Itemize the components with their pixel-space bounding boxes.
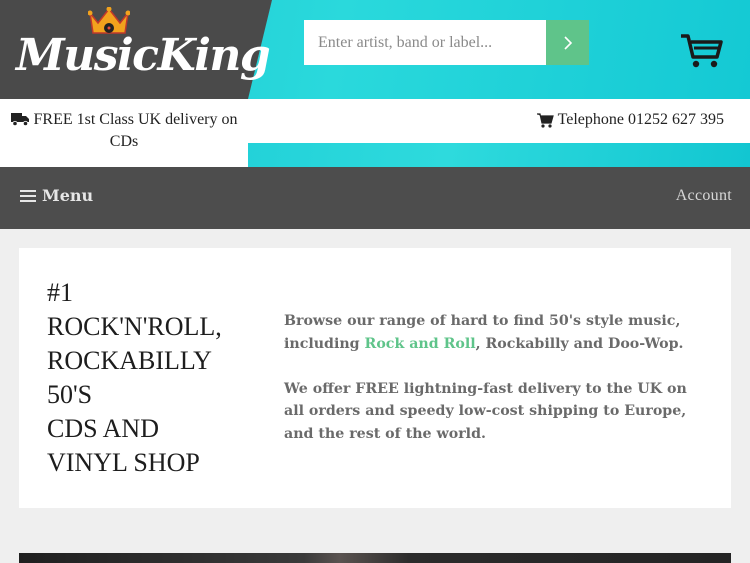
phone-notice: Telephone 01252 627 395 bbox=[536, 109, 724, 131]
delivery-notice: FREE 1st Class UK delivery on CDs bbox=[10, 109, 238, 153]
hero-title-line: ROCK'N'ROLL, bbox=[47, 312, 222, 341]
search-input[interactable] bbox=[304, 20, 546, 65]
hero-title: #1 ROCK'N'ROLL, ROCKABILLY 50'S CDS AND … bbox=[47, 276, 257, 480]
menu-label: Menu bbox=[42, 186, 94, 205]
cart-icon bbox=[681, 34, 723, 68]
hero-text: , Rockabilly and Doo-Wop. bbox=[475, 335, 684, 352]
hero-paragraph-delivery: We offer FREE lightning-fast delivery to… bbox=[284, 380, 687, 442]
info-bar: FREE 1st Class UK delivery on CDs Teleph… bbox=[0, 99, 750, 167]
hero-title-line: #1 bbox=[47, 278, 73, 307]
search-arrow-icon bbox=[563, 35, 572, 50]
hero-title-line: VINYL SHOP bbox=[47, 448, 200, 477]
account-link[interactable]: Account bbox=[676, 187, 732, 205]
hamburger-icon bbox=[20, 189, 36, 202]
brand-logo[interactable]: MusicKing bbox=[16, 30, 271, 81]
hero-banner-image[interactable] bbox=[19, 553, 731, 563]
search-button[interactable] bbox=[546, 20, 589, 65]
menu-button[interactable]: Menu bbox=[20, 186, 93, 205]
rock-and-roll-link[interactable]: Rock and Roll bbox=[365, 336, 476, 352]
hero-title-line: CDS AND bbox=[47, 414, 159, 443]
cart-small-icon bbox=[536, 112, 554, 128]
site-header: MusicKing bbox=[0, 0, 750, 99]
hero-title-line: 50'S bbox=[47, 380, 93, 409]
hero-description: Browse our range of hard to find 50's st… bbox=[284, 310, 704, 445]
hero-paragraph-browse: Browse our range of hard to find 50's st… bbox=[284, 310, 704, 355]
cart-button[interactable] bbox=[680, 33, 724, 69]
search-bar bbox=[304, 20, 589, 65]
hero-title-line: ROCKABILLY bbox=[47, 346, 212, 375]
phone-text: Telephone 01252 627 395 bbox=[557, 111, 724, 128]
delivery-text: FREE 1st Class UK delivery on CDs bbox=[33, 111, 238, 150]
hero-card: #1 ROCK'N'ROLL, ROCKABILLY 50'S CDS AND … bbox=[19, 248, 731, 508]
truck-icon bbox=[10, 113, 29, 126]
main-nav: Menu Account bbox=[0, 167, 750, 229]
